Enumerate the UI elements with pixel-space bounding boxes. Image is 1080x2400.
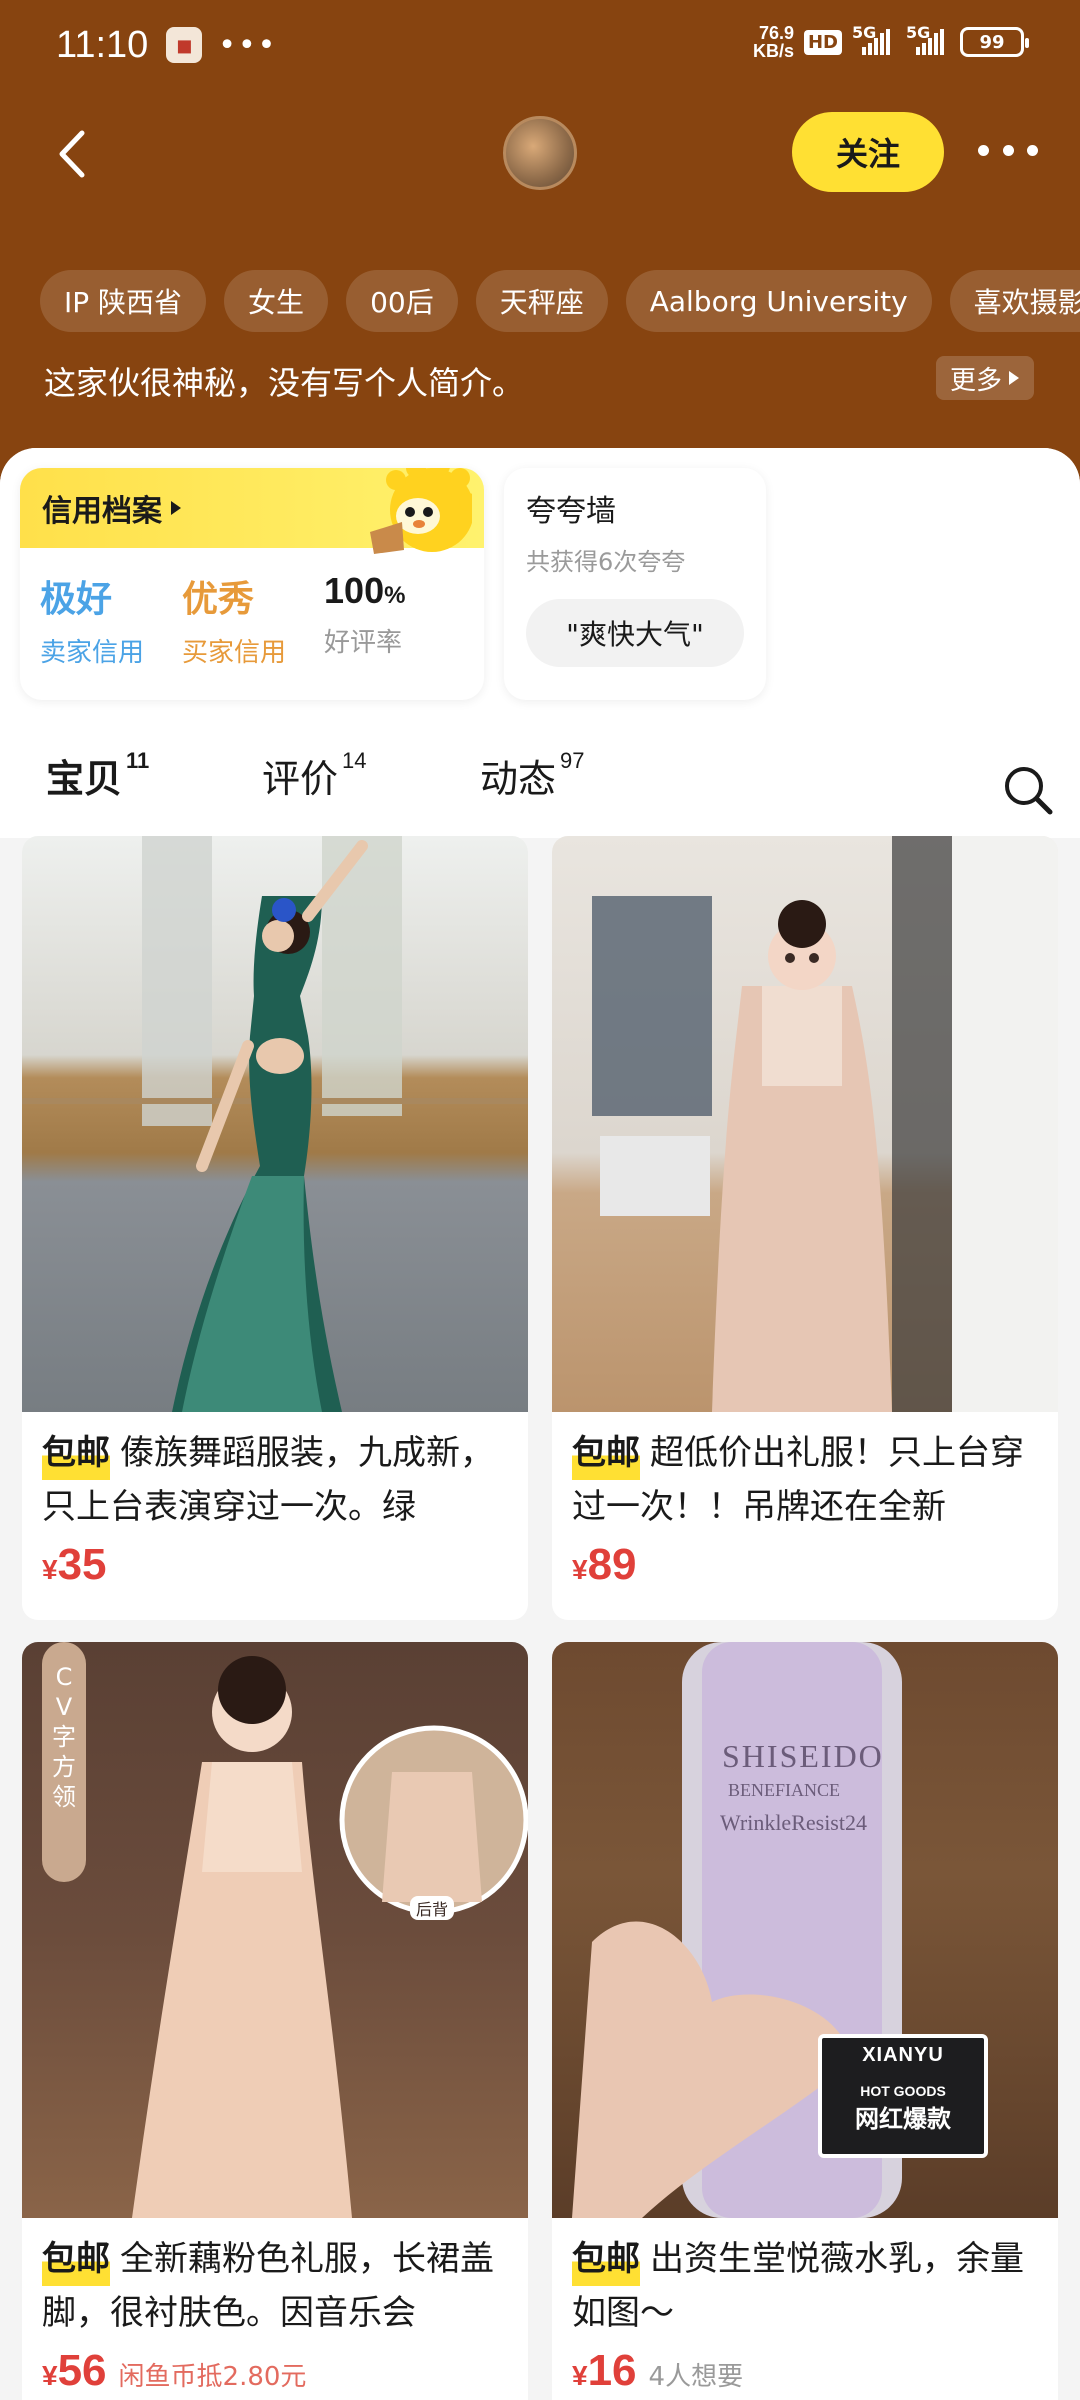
product-card[interactable]: 包邮 傣族舞蹈服装，九成新，只上台表演穿过一次。绿 ¥35 [22, 836, 528, 1620]
product-image: C V字方领 后背 [22, 1642, 528, 2218]
status-bar: 11:10 ◼ ••• 76.9 KB/s HD 5G 5G 99 [0, 0, 1080, 90]
praise-wall-card[interactable]: 夸夸墙 共获得6次夸夸 "爽快大气" [504, 468, 766, 700]
tab-items[interactable]: 宝贝 11 [46, 748, 149, 818]
want-count: 4人想要 [648, 2362, 744, 2392]
seller-credit: 极好 卖家信用 [40, 579, 145, 668]
free-shipping-tag: 包邮 [42, 1426, 110, 1480]
net-speed: 76.9 KB/s [752, 23, 794, 61]
profile-header: 11:10 ◼ ••• 76.9 KB/s HD 5G 5G 99 关注 IP … [0, 0, 1080, 500]
signal-icon: 5G [852, 23, 896, 55]
tab-posts[interactable]: 动态 97 [480, 748, 585, 818]
bio-text: 这家伙很神秘，没有写个人简介。 [44, 364, 525, 402]
free-shipping-tag: 包邮 [572, 1426, 640, 1480]
image-label-v-neck: C V字方领 [52, 1663, 76, 1811]
praise-title: 夸夸墙 [526, 494, 616, 529]
price-row: ¥16 4人想要 [552, 2340, 1058, 2396]
product-card[interactable]: 包邮 超低价出礼服！只上台穿过一次！！吊牌还在全新 ¥89 [552, 836, 1058, 1620]
app-notification-icon: ◼ [166, 27, 203, 63]
triangle-right-icon [171, 501, 181, 515]
profile-body: 信用档案 极好 卖家信用 优秀 买家信用 100% 好评率 夸夸墙 共获得6次夸… [0, 448, 1080, 2400]
positive-rate: 100% 好评率 [324, 570, 406, 658]
product-title: 包邮 全新藕粉色礼服，长裙盖脚，很衬肤色。因音乐会 [22, 2218, 528, 2340]
avatar[interactable] [503, 116, 577, 190]
bio-row: 这家伙很神秘，没有写个人简介。 更多 [44, 356, 1034, 406]
tab-reviews[interactable]: 评价 14 [262, 748, 367, 818]
bio-more-button[interactable]: 更多 [935, 356, 1034, 400]
product-image [22, 836, 528, 1412]
price-row: ¥35 [22, 1534, 528, 1590]
tag-zodiac[interactable]: 天秤座 [475, 270, 608, 332]
product-card[interactable]: C V字方领 后背 包邮 全新藕粉色礼服，长裙盖脚，很衬肤色。因音乐会 ¥56 闲… [22, 1642, 528, 2400]
price-row: ¥56 闲鱼币抵2.80元 [22, 2340, 528, 2396]
bottle-line: BENEFIANCE [728, 1780, 840, 1800]
hot-goods-badge: XIANYU HOT GOODS 网红爆款 [818, 2034, 988, 2158]
praise-subtitle: 共获得6次夸夸 [526, 548, 686, 576]
status-time: 11:10 [56, 23, 149, 66]
back-button[interactable] [44, 126, 100, 182]
product-card[interactable]: SHISEIDO BENEFIANCE WrinkleResist24 XIAN… [552, 1642, 1058, 2400]
tag-university[interactable]: Aalborg University [625, 270, 932, 332]
free-shipping-tag: 包邮 [572, 2232, 640, 2286]
price-row: ¥89 [552, 1534, 1058, 1590]
product-price: ¥56 [42, 2346, 107, 2395]
profile-tags: IP 陕西省 女生 00后 天秤座 Aalborg University 喜欢摄… [40, 270, 1080, 332]
tag-hobby[interactable]: 喜欢摄影、 [949, 270, 1080, 332]
buyer-credit: 优秀 买家信用 [182, 579, 287, 668]
bottle-product: WrinkleResist24 [720, 1810, 867, 1835]
mascot-icon [370, 468, 472, 554]
tag-generation[interactable]: 00后 [346, 270, 458, 332]
image-label-back: 后背 [410, 1896, 455, 1920]
battery-icon: 99 [960, 27, 1029, 57]
follow-button[interactable]: 关注 [792, 112, 944, 192]
search-icon[interactable] [1000, 762, 1056, 818]
hd-icon: HD [803, 29, 842, 55]
tag-ip[interactable]: IP 陕西省 [40, 270, 207, 332]
back-arrow-icon [59, 130, 85, 178]
more-dots-icon[interactable] [978, 130, 1038, 170]
product-title: 包邮 超低价出礼服！只上台穿过一次！！吊牌还在全新 [552, 1412, 1058, 1534]
coin-discount: 闲鱼币抵2.80元 [118, 2362, 307, 2392]
product-image: SHISEIDO BENEFIANCE WrinkleResist24 XIAN… [552, 1642, 1058, 2218]
credit-card[interactable]: 信用档案 极好 卖家信用 优秀 买家信用 100% 好评率 [20, 468, 484, 700]
product-price: ¥35 [42, 1540, 107, 1589]
content-tabs: 宝贝 11 评价 14 动态 97 [0, 748, 1080, 828]
nav-row: 关注 [0, 108, 1080, 198]
credit-title: 信用档案 [42, 494, 162, 529]
bottle-brand: SHISEIDO [722, 1738, 884, 1774]
triangle-right-icon [1009, 371, 1019, 385]
free-shipping-tag: 包邮 [42, 2232, 110, 2286]
product-price: ¥16 [572, 2346, 637, 2395]
product-price: ¥89 [572, 1540, 637, 1589]
signal-icon-2: 5G [906, 23, 950, 55]
product-title: 包邮 傣族舞蹈服装，九成新，只上台表演穿过一次。绿 [22, 1412, 528, 1534]
product-title: 包邮 出资生堂悦薇水乳，余量如图～ [552, 2218, 1058, 2340]
status-more-icon: ••• [218, 27, 278, 63]
tag-gender[interactable]: 女生 [224, 270, 329, 332]
product-image [552, 836, 1058, 1412]
status-indicators: 76.9 KB/s HD 5G 5G 99 [752, 23, 1029, 61]
praise-chip[interactable]: "爽快大气" [526, 599, 744, 667]
